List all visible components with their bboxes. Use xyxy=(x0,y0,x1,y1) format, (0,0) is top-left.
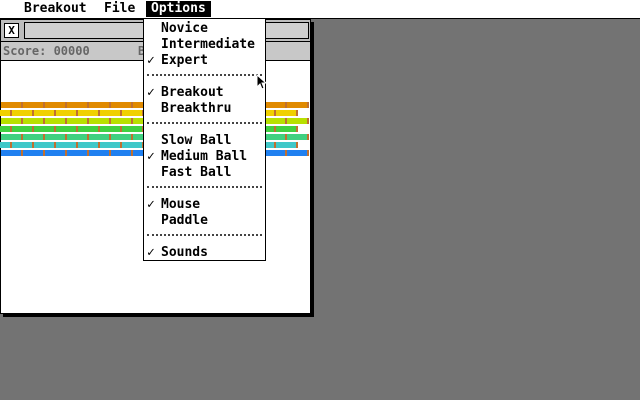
menu-item-novice[interactable]: Novice xyxy=(144,21,265,37)
menu-breakout[interactable]: Breakout xyxy=(19,1,92,17)
brick xyxy=(276,142,298,148)
brick xyxy=(78,126,100,132)
brick xyxy=(12,110,34,116)
brick xyxy=(56,142,78,148)
menu-separator xyxy=(147,186,262,188)
brick xyxy=(100,142,122,148)
brick xyxy=(100,126,122,132)
brick xyxy=(122,110,144,116)
brick xyxy=(34,110,56,116)
brick xyxy=(23,102,45,108)
brick xyxy=(111,118,133,124)
menu-item-slow-ball[interactable]: Slow Ball xyxy=(144,133,265,149)
menu-item-breakthru[interactable]: Breakthru xyxy=(144,101,265,117)
brick xyxy=(0,126,12,132)
brick xyxy=(111,150,133,156)
brick xyxy=(1,102,23,108)
brick xyxy=(23,150,45,156)
brick xyxy=(122,126,144,132)
check-icon: ✓ xyxy=(147,245,155,260)
menu-item-mouse[interactable]: ✓ Mouse xyxy=(144,197,265,213)
brick xyxy=(111,102,133,108)
menu-item-intermediate[interactable]: Intermediate xyxy=(144,37,265,53)
brick xyxy=(89,102,111,108)
menu-separator xyxy=(147,74,262,76)
check-icon: ✓ xyxy=(147,85,155,100)
brick xyxy=(56,126,78,132)
brick xyxy=(122,142,144,148)
close-box[interactable]: X xyxy=(4,23,19,38)
menu-item-sounds[interactable]: ✓ Sounds xyxy=(144,245,265,261)
menu-item-label: Mouse xyxy=(161,197,201,212)
brick xyxy=(0,142,12,148)
brick xyxy=(265,102,287,108)
brick xyxy=(265,134,287,140)
brick xyxy=(34,142,56,148)
menu-item-expert[interactable]: ✓ Expert xyxy=(144,53,265,69)
brick xyxy=(23,134,45,140)
brick xyxy=(287,102,309,108)
brick xyxy=(1,134,23,140)
brick xyxy=(67,134,89,140)
menu-item-medium-ball[interactable]: ✓ Medium Ball xyxy=(144,149,265,165)
menu-item-label: Novice xyxy=(161,21,208,36)
brick xyxy=(89,118,111,124)
brick xyxy=(1,118,23,124)
menu-item-breakout[interactable]: ✓ Breakout xyxy=(144,85,265,101)
menu-file[interactable]: File xyxy=(99,1,140,17)
menu-bar: Breakout File Options xyxy=(0,0,640,19)
brick xyxy=(34,126,56,132)
brick xyxy=(45,150,67,156)
score-label: Score: 00000 xyxy=(3,44,90,58)
brick xyxy=(45,134,67,140)
brick xyxy=(265,118,287,124)
brick xyxy=(100,110,122,116)
brick xyxy=(45,102,67,108)
menu-separator xyxy=(147,234,262,236)
brick xyxy=(265,150,287,156)
menu-item-paddle[interactable]: Paddle xyxy=(144,213,265,229)
check-icon: ✓ xyxy=(147,53,155,68)
brick xyxy=(287,134,309,140)
brick xyxy=(1,150,23,156)
brick xyxy=(89,150,111,156)
options-dropdown: Novice Intermediate ✓ Expert ✓ Breakout … xyxy=(143,18,266,261)
menu-options[interactable]: Options xyxy=(146,1,211,17)
menu-item-label: Medium Ball xyxy=(161,149,248,164)
brick xyxy=(276,126,298,132)
menu-item-label: Intermediate xyxy=(161,37,255,52)
menu-item-label: Breakout xyxy=(161,85,224,100)
check-icon: ✓ xyxy=(147,149,155,164)
menu-item-label: Expert xyxy=(161,53,208,68)
menu-item-label: Paddle xyxy=(161,213,208,228)
check-icon: ✓ xyxy=(147,197,155,212)
brick xyxy=(67,150,89,156)
brick xyxy=(12,126,34,132)
menu-item-label: Breakthru xyxy=(161,101,232,116)
menu-item-label: Fast Ball xyxy=(161,165,232,180)
brick xyxy=(287,118,309,124)
brick xyxy=(45,118,67,124)
brick xyxy=(12,142,34,148)
brick xyxy=(78,110,100,116)
brick xyxy=(78,142,100,148)
brick xyxy=(67,102,89,108)
brick xyxy=(23,118,45,124)
menu-item-fast-ball[interactable]: Fast Ball xyxy=(144,165,265,181)
brick xyxy=(89,134,111,140)
menu-item-label: Slow Ball xyxy=(161,133,232,148)
brick xyxy=(67,118,89,124)
brick xyxy=(0,110,12,116)
brick xyxy=(56,110,78,116)
brick xyxy=(111,134,133,140)
menu-item-label: Sounds xyxy=(161,245,208,260)
menu-separator xyxy=(147,122,262,124)
brick xyxy=(287,150,309,156)
brick xyxy=(276,110,298,116)
arrow-cursor-icon xyxy=(256,74,268,90)
